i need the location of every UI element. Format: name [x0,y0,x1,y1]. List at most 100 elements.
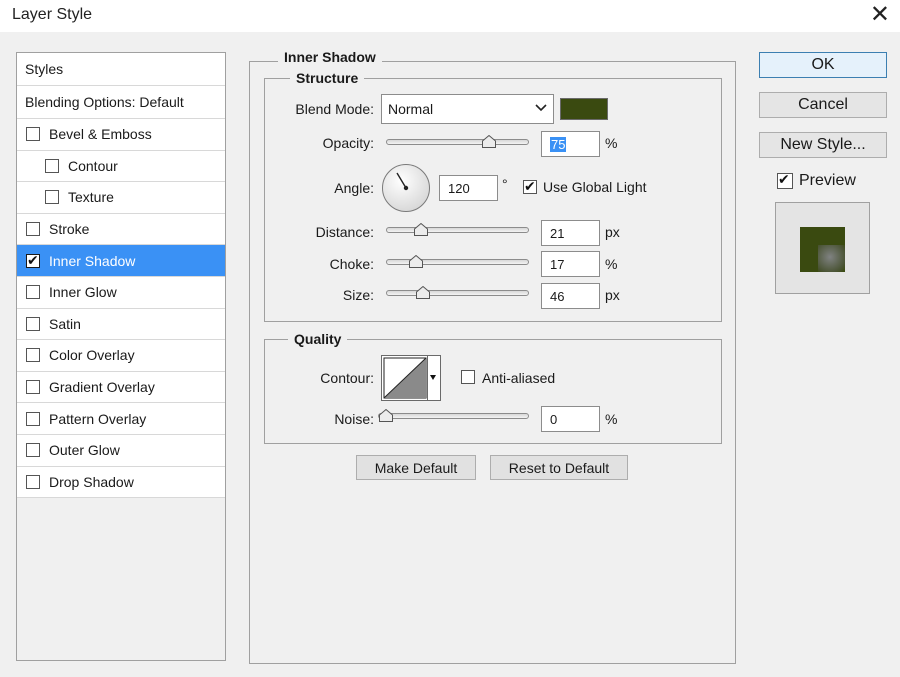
opacity-unit: % [605,135,618,151]
style-item-label: Stroke [49,221,90,238]
size-input[interactable]: 46 [541,283,600,309]
size-label: Size: [342,287,374,303]
anti-aliased-label: Anti-aliased [482,370,556,386]
choke-slider[interactable] [386,255,529,268]
style-item-inner-glow[interactable]: Inner Glow [17,276,225,309]
style-item-checkbox[interactable] [26,252,40,269]
styles-header-label: Styles [25,61,64,77]
preview-thumbnail [775,202,870,294]
style-item-checkbox[interactable] [45,158,59,173]
cancel-button[interactable]: Cancel [759,92,887,118]
ok-button[interactable]: OK [759,52,887,78]
style-item-checkbox[interactable] [26,127,40,142]
anti-aliased-checkbox[interactable] [461,370,475,384]
distance-value: 21 [550,226,565,241]
style-item-satin[interactable]: Satin [17,308,225,341]
blend-mode-dropdown[interactable]: Normal [381,94,554,124]
noise-slider[interactable] [378,409,529,422]
choke-input[interactable]: 17 [541,251,600,277]
angle-value: 120 [448,181,470,196]
choke-value: 17 [550,257,565,272]
opacity-label: Opacity: [322,135,374,151]
style-item-label: Inner Glow [49,284,117,301]
title-bar: Layer Style ✕ [0,0,900,32]
style-item-label: Satin [49,315,81,332]
noise-slider-thumb[interactable] [379,409,393,422]
opacity-input[interactable]: 75 [541,131,600,157]
style-item-bevel-emboss[interactable]: Bevel & Emboss [17,119,225,151]
style-item-label: Bevel & Emboss [49,126,152,143]
style-item-checkbox[interactable] [26,285,40,300]
style-item-checkbox[interactable] [26,380,40,395]
style-item-drop-shadow[interactable]: Drop Shadow [17,466,225,499]
angle-input[interactable]: 120 [439,175,498,201]
style-item-color-overlay[interactable]: Color Overlay [17,340,225,372]
use-global-light-checkbox[interactable] [523,178,537,195]
quality-title: Quality [288,331,348,347]
style-item-checkbox[interactable] [26,222,40,237]
choke-slider-thumb[interactable] [409,255,423,268]
distance-unit: px [605,224,620,240]
preview-checkbox[interactable] [777,171,793,189]
distance-slider[interactable] [386,223,529,236]
noise-value: 0 [550,412,558,427]
angle-dial[interactable] [381,163,431,213]
style-item-label: Color Overlay [49,347,135,364]
styles-header[interactable]: Styles [17,53,225,86]
style-item-checkbox[interactable] [26,316,40,331]
style-item-checkbox[interactable] [26,348,40,363]
style-item-contour[interactable]: Contour [17,150,225,183]
blending-options-item[interactable]: Blending Options: Default [17,86,225,119]
close-icon[interactable]: ✕ [870,1,890,29]
contour-label: Contour: [320,370,374,386]
contour-picker[interactable] [381,355,441,401]
make-default-button[interactable]: Make Default [356,455,476,480]
blending-options-label: Blending Options: Default [25,94,184,110]
style-item-label: Gradient Overlay [49,379,155,396]
window-title: Layer Style [12,6,93,23]
preview-label: Preview [799,172,856,189]
opacity-value: 75 [550,137,567,152]
style-item-pattern-overlay[interactable]: Pattern Overlay [17,403,225,435]
opacity-slider-thumb[interactable] [482,135,496,148]
opacity-slider[interactable] [386,135,529,148]
structure-title: Structure [290,70,365,86]
style-item-inner-shadow[interactable]: Inner Shadow [17,245,225,277]
shadow-color-swatch[interactable] [560,98,608,120]
style-item-label: Contour [68,157,118,174]
noise-label: Noise: [334,411,374,427]
choke-label: Choke: [329,256,374,272]
chevron-down-icon [535,100,547,116]
style-item-checkbox[interactable] [45,190,59,205]
angle-unit: ° [502,176,508,192]
distance-input[interactable]: 21 [541,220,600,246]
style-item-label: Drop Shadow [49,473,134,490]
style-item-checkbox[interactable] [26,411,40,426]
panel-title: Inner Shadow [278,49,382,65]
style-item-checkbox[interactable] [26,443,40,458]
style-item-checkbox[interactable] [26,474,40,489]
size-slider-thumb[interactable] [416,286,430,299]
distance-slider-thumb[interactable] [414,223,428,236]
style-item-label: Outer Glow [49,442,120,459]
style-item-label: Pattern Overlay [49,410,147,427]
preview-swatch [800,227,845,272]
distance-label: Distance: [315,224,374,240]
style-item-gradient-overlay[interactable]: Gradient Overlay [17,371,225,404]
use-global-light-label: Use Global Light [543,179,647,195]
size-slider[interactable] [386,286,529,299]
angle-label: Angle: [334,180,374,196]
quality-group [264,339,722,444]
style-item-stroke[interactable]: Stroke [17,213,225,246]
style-item-outer-glow[interactable]: Outer Glow [17,434,225,467]
blend-mode-value: Normal [388,101,434,117]
blend-mode-label: Blend Mode: [295,101,374,117]
reset-to-default-button[interactable]: Reset to Default [490,455,628,480]
style-item-texture[interactable]: Texture [17,182,225,214]
noise-input[interactable]: 0 [541,406,600,432]
noise-unit: % [605,411,618,427]
styles-list: Styles Blending Options: Default Bevel &… [16,52,226,661]
new-style-button[interactable]: New Style... [759,132,887,158]
size-value: 46 [550,289,565,304]
style-item-label: Inner Shadow [49,252,136,269]
